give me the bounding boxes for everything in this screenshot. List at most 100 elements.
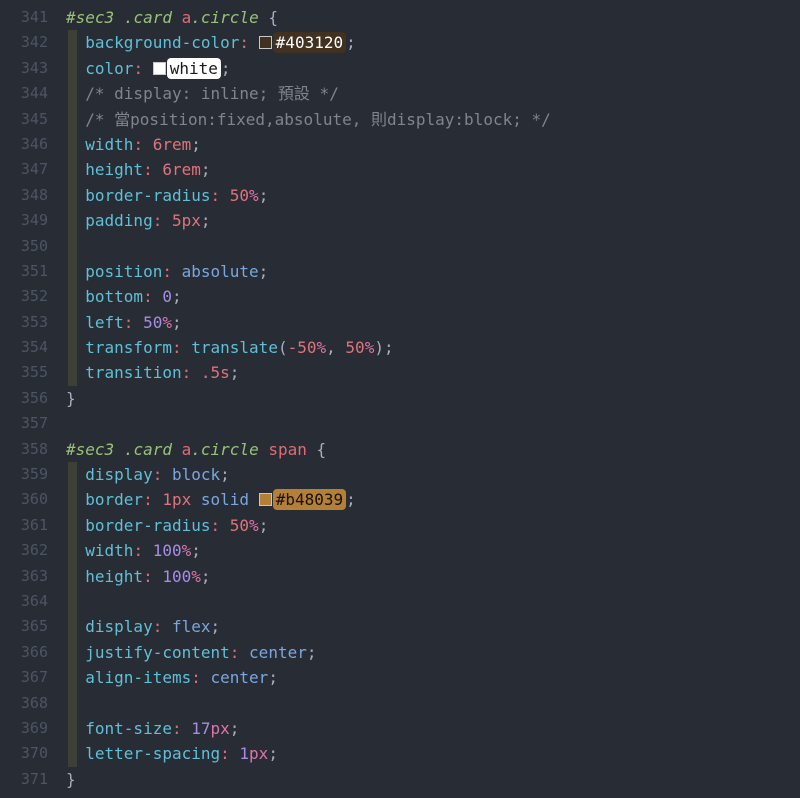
token-unit: %: [191, 567, 201, 586]
line-number[interactable]: 344: [0, 81, 48, 106]
line-number[interactable]: 349: [0, 208, 48, 233]
code-line-361[interactable]: 361 border-radius: 50%;: [0, 513, 800, 538]
token-punctuation: ;: [259, 262, 269, 281]
code-line-352[interactable]: 352 bottom: 0;: [0, 284, 800, 309]
token-text: [66, 744, 85, 763]
code-line-348[interactable]: 348 border-radius: 50%;: [0, 183, 800, 208]
line-number[interactable]: 365: [0, 614, 48, 639]
color-swatch[interactable]: [259, 36, 272, 49]
line-number[interactable]: 364: [0, 589, 48, 614]
code-line-341[interactable]: 341#sec3 .card a.circle {: [0, 5, 800, 30]
code-line-342[interactable]: 342 background-color: #403120;: [0, 30, 800, 55]
line-number[interactable]: 348: [0, 183, 48, 208]
code-line-347[interactable]: 347 height: 6rem;: [0, 157, 800, 182]
token-number: 5px: [172, 211, 201, 230]
token-colon: :: [220, 744, 230, 763]
line-number[interactable]: 366: [0, 640, 48, 665]
color-value-pill[interactable]: #b48039: [273, 489, 346, 510]
code-line-367[interactable]: 367 align-items: center;: [0, 665, 800, 690]
code-line-371[interactable]: 371}: [0, 767, 800, 792]
line-number[interactable]: 346: [0, 132, 48, 157]
line-number[interactable]: 369: [0, 716, 48, 741]
line-number[interactable]: 345: [0, 107, 48, 132]
color-swatch[interactable]: [259, 493, 272, 506]
token-colon: :: [191, 668, 201, 687]
code-line-365[interactable]: 365 display: flex;: [0, 614, 800, 639]
token-text: [182, 719, 192, 738]
line-number[interactable]: 341: [0, 5, 48, 30]
token-number: 1: [239, 744, 249, 763]
line-number[interactable]: 361: [0, 513, 48, 538]
token-text: [66, 363, 85, 382]
code-line-363[interactable]: 363 height: 100%;: [0, 564, 800, 589]
token-text: [66, 110, 85, 129]
line-number[interactable]: 352: [0, 284, 48, 309]
line-number[interactable]: 368: [0, 691, 48, 716]
line-number[interactable]: 359: [0, 462, 48, 487]
line-number[interactable]: 371: [0, 767, 48, 792]
code-line-366[interactable]: 366 justify-content: center;: [0, 640, 800, 665]
code-line-350[interactable]: 350: [0, 234, 800, 259]
token-text: [307, 440, 317, 459]
line-number[interactable]: 370: [0, 741, 48, 766]
line-number[interactable]: 342: [0, 30, 48, 55]
color-swatch[interactable]: [153, 62, 166, 75]
code-line-356[interactable]: 356}: [0, 386, 800, 411]
code-line-360[interactable]: 360 border: 1px solid #b48039;: [0, 487, 800, 512]
code-line-355[interactable]: 355 transition: .5s;: [0, 360, 800, 385]
token-colon: :: [239, 33, 249, 52]
line-number[interactable]: 360: [0, 487, 48, 512]
code-line-370[interactable]: 370 letter-spacing: 1px;: [0, 741, 800, 766]
code-editor[interactable]: 341#sec3 .card a.circle {342 background-…: [0, 0, 800, 792]
token-text: [66, 490, 85, 509]
token-property: letter-spacing: [85, 744, 220, 763]
token-text: [143, 135, 153, 154]
token-text: [66, 211, 85, 230]
token-property: width: [85, 135, 133, 154]
token-text: [66, 516, 85, 535]
code-line-368[interactable]: 368: [0, 691, 800, 716]
code-line-349[interactable]: 349 padding: 5px;: [0, 208, 800, 233]
line-number[interactable]: 347: [0, 157, 48, 182]
code-line-345[interactable]: 345 /* 當position:fixed,absolute, 則displa…: [0, 107, 800, 132]
code-line-358[interactable]: 358 #sec3 .card a.circle span {: [0, 437, 800, 462]
token-text: [66, 84, 85, 103]
code-line-351[interactable]: 351 position: absolute;: [0, 259, 800, 284]
line-number[interactable]: 351: [0, 259, 48, 284]
code-line-359[interactable]: 359 display: block;: [0, 462, 800, 487]
code-line-344[interactable]: 344 /* display: inline; 預設 */: [0, 81, 800, 106]
token-punctuation: ;: [307, 643, 317, 662]
line-number[interactable]: 354: [0, 335, 48, 360]
token-number: 50: [230, 516, 249, 535]
color-value-pill[interactable]: #403120: [273, 32, 346, 53]
line-number[interactable]: 367: [0, 665, 48, 690]
code-line-354[interactable]: 354 transform: translate(-50%, 50%);: [0, 335, 800, 360]
token-comment: /* 當position:fixed,absolute, 則display:bl…: [85, 110, 550, 129]
token-property: border-radius: [85, 516, 210, 535]
code-text: /* 當position:fixed,absolute, 則display:bl…: [66, 107, 551, 132]
token-unit: %: [365, 338, 375, 357]
code-text: #sec3 .card a.circle span {: [66, 437, 326, 462]
token-property: position: [85, 262, 162, 281]
line-number[interactable]: 362: [0, 538, 48, 563]
line-number[interactable]: 353: [0, 310, 48, 335]
line-number[interactable]: 356: [0, 386, 48, 411]
code-line-362[interactable]: 362 width: 100%;: [0, 538, 800, 563]
line-number[interactable]: 350: [0, 234, 48, 259]
code-line-357[interactable]: 357: [0, 411, 800, 436]
color-value-pill[interactable]: white: [167, 58, 221, 79]
line-number[interactable]: 363: [0, 564, 48, 589]
code-line-369[interactable]: 369 font-size: 17px;: [0, 716, 800, 741]
token-punctuation: (: [278, 338, 288, 357]
line-number[interactable]: 355: [0, 360, 48, 385]
token-colon: :: [230, 643, 240, 662]
indent-guide-bar: [68, 589, 77, 614]
line-number[interactable]: 343: [0, 56, 48, 81]
line-number[interactable]: 357: [0, 411, 48, 436]
code-line-353[interactable]: 353 left: 50%;: [0, 310, 800, 335]
line-number[interactable]: 358: [0, 437, 48, 462]
code-line-364[interactable]: 364: [0, 589, 800, 614]
code-line-343[interactable]: 343 color: white;: [0, 56, 800, 81]
code-line-346[interactable]: 346 width: 6rem;: [0, 132, 800, 157]
token-text: [66, 338, 85, 357]
